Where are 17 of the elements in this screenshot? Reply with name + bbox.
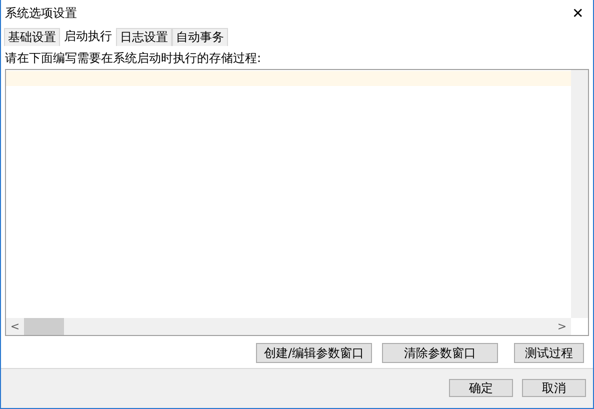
vertical-scrollbar[interactable] — [571, 70, 588, 318]
panel-button[interactable]: 清除参数窗口 — [382, 343, 498, 363]
tab[interactable]: 基础设置 — [4, 28, 60, 46]
dialog-button[interactable]: 取消 — [522, 379, 586, 397]
code-editor[interactable]: < > — [5, 69, 589, 336]
close-button[interactable]: ✕ — [563, 1, 593, 25]
horizontal-scrollbar[interactable]: < > — [6, 318, 571, 335]
panel-button[interactable]: 测试过程 — [514, 343, 584, 363]
window-title: 系统选项设置 — [5, 4, 77, 22]
instruction-text: 请在下面编写需要在系统启动时执行的存储过程: — [5, 50, 262, 67]
scroll-right-button[interactable]: > — [553, 320, 571, 333]
dialog-button[interactable]: 确定 — [449, 379, 513, 397]
tab[interactable]: 日志设置 — [116, 28, 172, 46]
panel-button[interactable]: 创建/编辑参数窗口 — [256, 343, 372, 363]
scroll-left-button[interactable]: < — [6, 320, 24, 333]
tab[interactable]: 自动事务 — [172, 28, 228, 46]
scroll-thumb[interactable] — [24, 318, 64, 335]
